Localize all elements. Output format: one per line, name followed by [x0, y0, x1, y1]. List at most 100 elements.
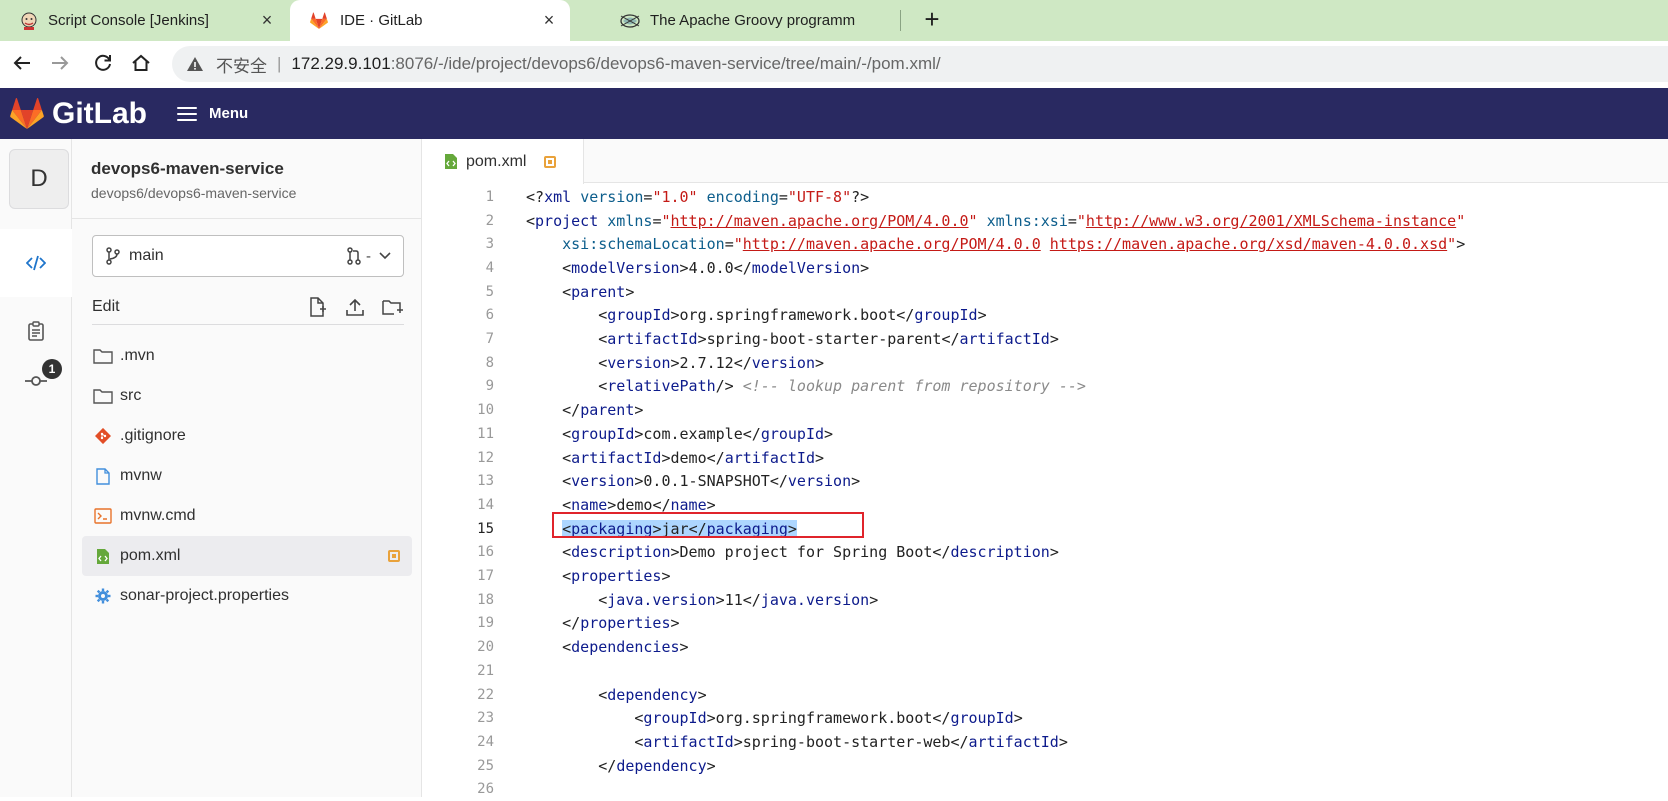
line-content: </parent> — [526, 401, 643, 419]
address-bar[interactable]: 不安全 | 172.29.9.101:8076/-/ide/project/de… — [172, 46, 1668, 82]
code-line[interactable]: 9 <relativePath/> <!-- lookup parent fro… — [422, 375, 1668, 399]
line-number: 15 — [422, 521, 494, 537]
browser-tab-jenkins[interactable]: Script Console [Jenkins] × — [0, 0, 288, 41]
review-mode-button[interactable] — [0, 303, 72, 359]
code-line[interactable]: 26 — [422, 778, 1668, 801]
code-line[interactable]: 5 <parent> — [422, 280, 1668, 304]
new-directory-button[interactable] — [382, 296, 404, 318]
line-number: 3 — [422, 236, 494, 252]
url-path: :8076/-/ide/project/devops6/devops6-mave… — [391, 54, 941, 74]
code-line[interactable]: 16 <description>Demo project for Spring … — [422, 541, 1668, 565]
gitlab-logo[interactable]: GitLab — [10, 97, 147, 131]
line-number: 8 — [422, 355, 494, 371]
close-tab-icon[interactable]: × — [258, 11, 276, 29]
upload-icon — [345, 298, 365, 316]
terminal-icon — [92, 505, 114, 527]
code-line[interactable]: 3 xsi:schemaLocation="http://maven.apach… — [422, 232, 1668, 256]
browser-tab-groovy[interactable]: The Apache Groovy programm — [600, 0, 900, 41]
line-content: <artifactId>demo</artifactId> — [526, 449, 824, 467]
line-content: <artifactId>spring-boot-starter-parent</… — [526, 330, 1059, 348]
reload-icon — [92, 52, 114, 74]
gitlab-favicon-icon — [310, 12, 328, 30]
branch-selector[interactable]: main - — [92, 235, 404, 277]
browser-tab-gitlab-ide[interactable]: IDE · GitLab × — [290, 0, 570, 41]
forward-button[interactable] — [48, 52, 72, 76]
merge-request-indicator: - — [346, 247, 391, 265]
line-number: 10 — [422, 402, 494, 418]
close-tab-icon[interactable]: × — [540, 11, 558, 29]
code-line[interactable]: 11 <groupId>com.example</groupId> — [422, 422, 1668, 446]
code-line[interactable]: 6 <groupId>org.springframework.boot</gro… — [422, 304, 1668, 328]
line-content: <version>0.0.1-SNAPSHOT</version> — [526, 472, 860, 490]
tab-separator — [900, 10, 901, 31]
new-file-icon — [308, 297, 326, 317]
line-number: 26 — [422, 781, 494, 797]
code-line[interactable]: 1<?xml version="1.0" encoding="UTF-8"?> — [422, 185, 1668, 209]
git-icon — [92, 425, 114, 447]
file-item-pom-xml[interactable]: pom.xml — [82, 536, 412, 576]
edit-label: Edit — [92, 298, 290, 316]
code-line[interactable]: 20 <dependencies> — [422, 635, 1668, 659]
code-line[interactable]: 13 <version>0.0.1-SNAPSHOT</version> — [422, 469, 1668, 493]
home-icon — [130, 52, 152, 74]
edit-mode-button[interactable] — [0, 229, 72, 297]
code-line[interactable]: 23 <groupId>org.springframework.boot</gr… — [422, 706, 1668, 730]
commit-count-badge: 1 — [42, 359, 62, 379]
file-changed-icon — [544, 156, 556, 168]
chevron-down-icon — [379, 252, 391, 260]
gitlab-tanuki-icon — [10, 98, 44, 130]
file-item-gitignore[interactable]: .gitignore — [82, 416, 412, 456]
line-number: 4 — [422, 260, 494, 276]
code-line[interactable]: 19 </properties> — [422, 612, 1668, 636]
branch-icon — [105, 247, 121, 265]
code-line[interactable]: 17 <properties> — [422, 564, 1668, 588]
upload-file-button[interactable] — [344, 296, 366, 318]
code-line[interactable]: 4 <modelVersion>4.0.0</modelVersion> — [422, 256, 1668, 280]
new-tab-button[interactable]: + — [918, 6, 946, 34]
code-line[interactable]: 12 <artifactId>demo</artifactId> — [422, 446, 1668, 470]
code-line[interactable]: 24 <artifactId>spring-boot-starter-web</… — [422, 730, 1668, 754]
code-line[interactable]: 22 <dependency> — [422, 683, 1668, 707]
arrow-left-icon — [11, 52, 33, 74]
code-line[interactable]: 7 <artifactId>spring-boot-starter-parent… — [422, 327, 1668, 351]
code-icon — [26, 255, 46, 271]
file-name: src — [120, 387, 412, 405]
home-button[interactable] — [129, 52, 153, 76]
code-line[interactable]: 10 </parent> — [422, 398, 1668, 422]
file-name: .mvn — [120, 347, 412, 365]
code-line[interactable]: 2<project xmlns="http://maven.apache.org… — [422, 209, 1668, 233]
editor-tab-pom-xml[interactable]: pom.xml — [422, 139, 584, 184]
file-item-sonar-properties[interactable]: sonar-project.properties — [82, 576, 412, 616]
jenkins-favicon-icon — [20, 12, 38, 30]
line-content: <groupId>com.example</groupId> — [526, 425, 833, 443]
file-item-src[interactable]: src — [82, 376, 412, 416]
merge-request-icon — [346, 247, 362, 265]
project-name[interactable]: devops6-maven-service — [91, 159, 284, 179]
file-name: mvnw.cmd — [120, 507, 412, 525]
gitlab-header: GitLab Menu — [0, 88, 1668, 139]
highlight-annotation-box — [552, 512, 864, 538]
code-line[interactable]: 8 <version>2.7.12</version> — [422, 351, 1668, 375]
line-content: <dependency> — [526, 686, 707, 704]
browser-tab-strip: Script Console [Jenkins] × IDE · GitLab … — [0, 0, 1668, 41]
editor-tabs: pom.xml — [422, 139, 1668, 183]
project-header: devops6-maven-service devops6/devops6-ma… — [72, 139, 422, 219]
file-item-mvn[interactable]: .mvn — [82, 336, 412, 376]
file-item-mvnw[interactable]: mvnw — [82, 456, 412, 496]
new-file-button[interactable] — [306, 296, 328, 318]
code-line[interactable]: 25 </dependency> — [422, 754, 1668, 778]
gitlab-wordmark: GitLab — [52, 97, 147, 131]
file-item-mvnw-cmd[interactable]: mvnw.cmd — [82, 496, 412, 536]
menu-button[interactable]: Menu — [177, 103, 248, 125]
back-button[interactable] — [10, 52, 34, 76]
reload-button[interactable] — [91, 52, 115, 76]
code-line[interactable]: 21 — [422, 659, 1668, 683]
line-number: 24 — [422, 734, 494, 750]
line-number: 6 — [422, 307, 494, 323]
line-content: <groupId>org.springframework.boot</group… — [526, 306, 987, 324]
code-line[interactable]: 18 <java.version>11</java.version> — [422, 588, 1668, 612]
project-avatar[interactable]: D — [9, 149, 69, 209]
commit-mode-button[interactable]: 1 — [0, 353, 72, 409]
code-editor: pom.xml 1<?xml version="1.0" encoding="U… — [422, 139, 1668, 797]
line-number: 17 — [422, 568, 494, 584]
